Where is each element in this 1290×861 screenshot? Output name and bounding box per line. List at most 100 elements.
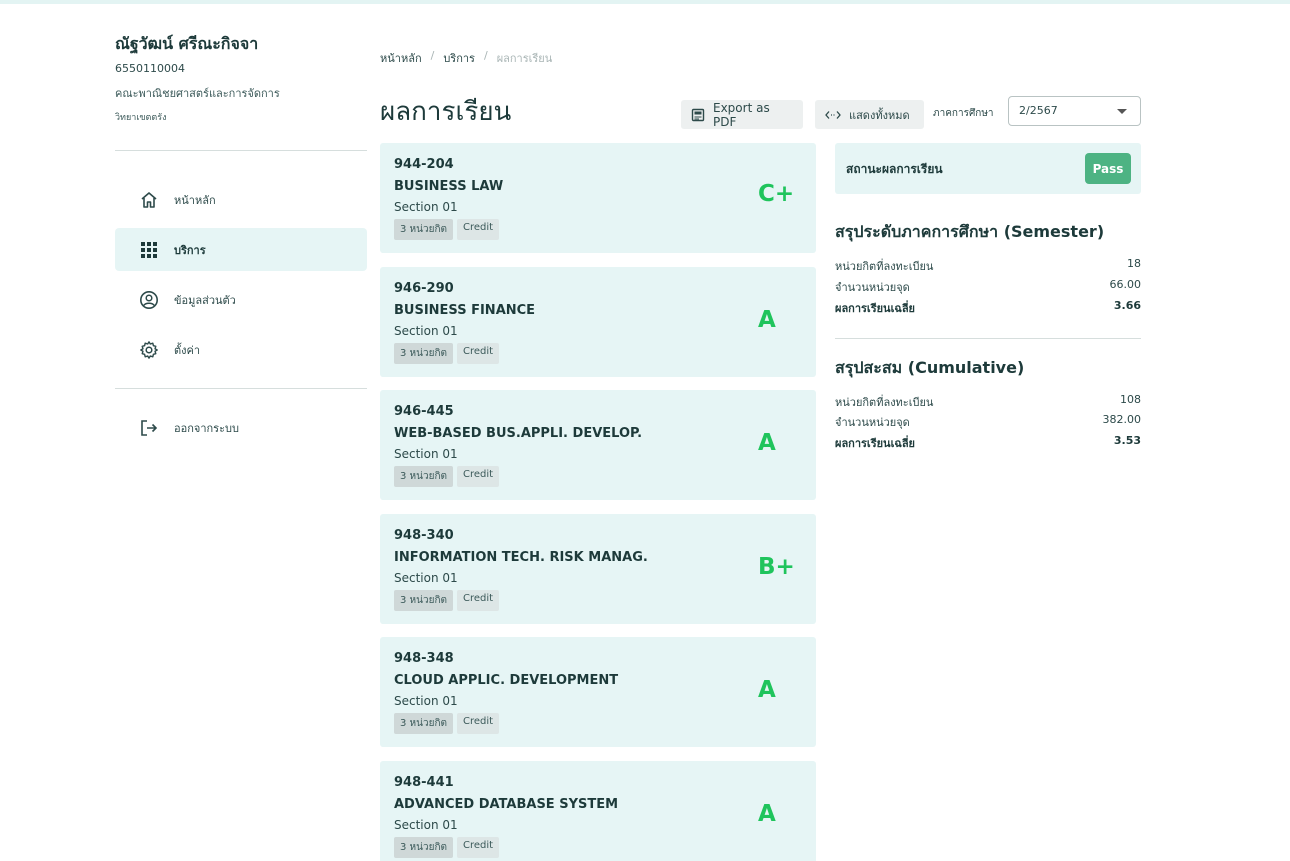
semester-select[interactable]: 2/2567 xyxy=(1008,96,1141,126)
user-name: ณัฐวัฒน์ ศรีณะกิจจา xyxy=(115,34,259,53)
credit-count-badge: 3 หน่วยกิต xyxy=(394,836,453,858)
summary-value: 108 xyxy=(1120,393,1141,406)
cumulative-summary-row: ผลการเรียนเฉลี่ย 3.53 xyxy=(835,434,1141,452)
credit-count-badge: 3 หน่วยกิต xyxy=(394,713,453,735)
course-code: 944-204 xyxy=(394,157,454,172)
cumulative-summary-row: หน่วยกิตที่ลงทะเบียน 108 xyxy=(835,393,1141,411)
breadcrumb: หน้าหลัก / บริการ / ผลการเรียน xyxy=(380,49,552,67)
course-section: Section 01 xyxy=(394,200,458,214)
sidebar-divider xyxy=(115,150,367,151)
pdf-icon xyxy=(691,108,705,122)
gear-icon xyxy=(139,340,159,360)
summary-label: หน่วยกิตที่ลงทะเบียน xyxy=(835,260,934,273)
course-grade: A xyxy=(758,306,776,333)
semester-value: 2/2567 xyxy=(1019,104,1058,117)
breadcrumb-current: ผลการเรียน xyxy=(496,52,553,65)
sidebar-item-home[interactable]: หน้าหลัก xyxy=(115,178,367,221)
course-tags: 3 หน่วยกิต Credit xyxy=(394,342,802,364)
sidebar-item-label: ข้อมูลส่วนตัว xyxy=(174,293,236,307)
sidebar-item-label: หน้าหลัก xyxy=(174,193,216,207)
breadcrumb-separator: / xyxy=(483,49,488,62)
home-icon xyxy=(139,190,159,210)
summary-value: 382.00 xyxy=(1102,413,1142,426)
status-badge: Pass xyxy=(1085,153,1131,184)
sidebar-item-services[interactable]: บริการ xyxy=(115,228,367,271)
logout-button[interactable]: ออกจากระบบ xyxy=(115,406,367,449)
export-pdf-button[interactable]: Export as PDF xyxy=(681,100,803,129)
course-card: 948-441 ADVANCED DATABASE SYSTEM Section… xyxy=(380,760,816,861)
course-section: Section 01 xyxy=(394,694,458,709)
course-list: 944-204 BUSINESS LAW Section 01 3 หน่วยก… xyxy=(380,143,816,861)
course-code: 946-445 xyxy=(394,404,454,420)
course-card: 948-340 INFORMATION TECH. RISK MANAG. Se… xyxy=(380,513,816,624)
course-name: BUSINESS LAW xyxy=(394,179,504,194)
course-grade: A xyxy=(758,677,776,704)
summary-label: จำนวนหน่วยจุด xyxy=(835,281,910,294)
course-grade: C+ xyxy=(758,181,795,207)
semester-summary-row: จำนวนหน่วยจุด 66.00 xyxy=(835,278,1141,296)
course-code: 948-348 xyxy=(394,651,454,667)
logout-label: ออกจากระบบ xyxy=(174,421,239,435)
credit-type-badge: Credit xyxy=(457,219,500,240)
course-section: Section 01 xyxy=(394,323,458,338)
credit-count-badge: 3 หน่วยกิต xyxy=(394,342,453,364)
credit-type-badge: Credit xyxy=(457,342,500,364)
grid-icon xyxy=(139,240,159,260)
course-code: 946-290 xyxy=(394,280,454,296)
breadcrumb-separator: / xyxy=(430,49,435,62)
course-card: 946-290 BUSINESS FINANCE Section 01 3 หน… xyxy=(380,266,816,377)
course-grade: A xyxy=(758,800,776,827)
course-tags: 3 หน่วยกิต Credit xyxy=(394,466,802,488)
academic-status-box: สถานะผลการเรียน Pass xyxy=(835,143,1141,194)
user-campus: วิทยาเขตตรัง xyxy=(115,113,167,123)
course-grade: B+ xyxy=(758,553,795,580)
course-section: Section 01 xyxy=(394,570,458,585)
course-name: BUSINESS FINANCE xyxy=(394,302,536,318)
logout-icon xyxy=(139,418,159,438)
credit-count-badge: 3 หน่วยกิต xyxy=(394,219,453,240)
sidebar-item-label: บริการ xyxy=(174,243,206,257)
credit-type-badge: Credit xyxy=(457,466,500,488)
course-name: ADVANCED DATABASE SYSTEM xyxy=(394,796,619,812)
course-code: 948-441 xyxy=(394,774,454,790)
export-pdf-label: Export as PDF xyxy=(713,100,770,129)
course-tags: 3 หน่วยกิต Credit xyxy=(394,836,802,858)
user-id: 6550110004 xyxy=(115,62,185,75)
summary-value: 18 xyxy=(1127,257,1141,270)
course-grade: A xyxy=(758,430,776,457)
summary-divider xyxy=(835,338,1141,339)
cumulative-summary-row: จำนวนหน่วยจุด 382.00 xyxy=(835,413,1141,431)
show-all-label: แสดงทั้งหมด xyxy=(849,108,910,122)
semester-summary-row: ผลการเรียนเฉลี่ย 3.66 xyxy=(835,299,1141,317)
course-card: 944-204 BUSINESS LAW Section 01 3 หน่วยก… xyxy=(380,143,816,253)
breadcrumb-services[interactable]: บริการ xyxy=(443,49,475,67)
status-label: สถานะผลการเรียน xyxy=(846,162,943,176)
sidebar-item-settings[interactable]: ตั้งค่า xyxy=(115,328,367,371)
course-tags: 3 หน่วยกิต Credit xyxy=(394,219,802,240)
page-title: ผลการเรียน xyxy=(380,97,512,127)
course-card: 946-445 WEB-BASED BUS.APPLI. DEVELOP. Se… xyxy=(380,390,816,501)
credit-count-badge: 3 หน่วยกิต xyxy=(394,466,453,488)
user-faculty: คณะพาณิชยศาสตร์และการจัดการ xyxy=(115,87,280,100)
show-all-button[interactable]: แสดงทั้งหมด xyxy=(815,100,924,129)
breadcrumb-home[interactable]: หน้าหลัก xyxy=(380,49,422,67)
summary-value: 3.66 xyxy=(1113,299,1141,312)
sidebar: ณัฐวัฒน์ ศรีณะกิจจา 6550110004 คณะพาณิชย… xyxy=(115,30,367,436)
sidebar-item-profile[interactable]: ข้อมูลส่วนตัว xyxy=(115,278,367,321)
course-tags: 3 หน่วยกิต Credit xyxy=(394,589,802,611)
course-name: CLOUD APPLIC. DEVELOPMENT xyxy=(394,673,619,689)
summary-label: จำนวนหน่วยจุด xyxy=(835,416,910,429)
sidebar-divider xyxy=(115,388,367,389)
course-name: WEB-BASED BUS.APPLI. DEVELOP. xyxy=(394,426,643,442)
summary-label: หน่วยกิตที่ลงทะเบียน xyxy=(835,396,934,409)
logout-section: ออกจากระบบ xyxy=(115,406,367,456)
summary-label: ผลการเรียนเฉลี่ย xyxy=(835,302,916,315)
semester-summary-row: หน่วยกิตที่ลงทะเบียน 18 xyxy=(835,257,1141,275)
course-name: INFORMATION TECH. RISK MANAG. xyxy=(394,549,648,565)
course-code: 948-340 xyxy=(394,527,454,543)
credit-type-badge: Credit xyxy=(457,589,500,611)
summary-label: ผลการเรียนเฉลี่ย xyxy=(835,437,916,450)
account-icon xyxy=(139,290,159,310)
course-section: Section 01 xyxy=(394,447,458,462)
course-section: Section 01 xyxy=(394,817,458,832)
